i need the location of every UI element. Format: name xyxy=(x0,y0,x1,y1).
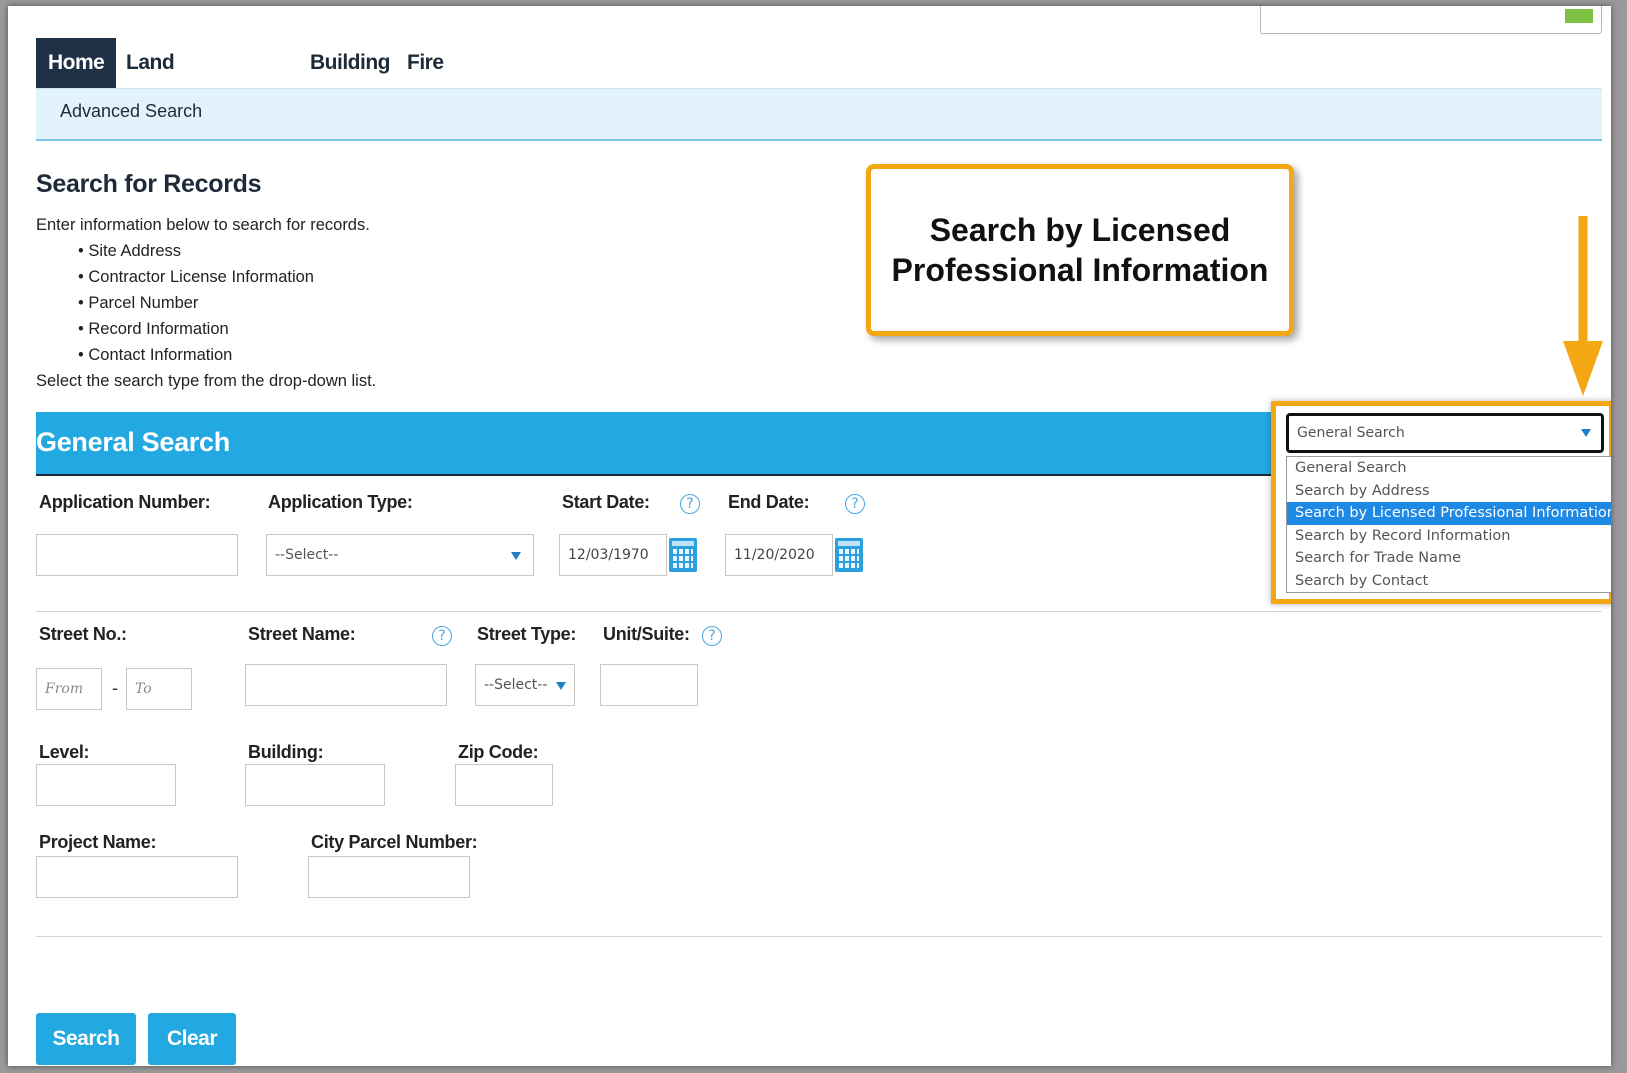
list-item: Record Information xyxy=(78,316,376,342)
chevron-down-icon xyxy=(556,682,566,690)
start-date-input[interactable]: 12/03/1970 xyxy=(559,534,667,576)
unit-suite-input[interactable] xyxy=(600,664,698,706)
list-item: Contact Information xyxy=(78,342,376,368)
calendar-icon[interactable] xyxy=(669,538,697,572)
street-type-select[interactable]: --Select-- xyxy=(475,664,575,706)
help-icon[interactable]: ? xyxy=(432,626,452,646)
help-icon[interactable]: ? xyxy=(702,626,722,646)
street-no-from-input[interactable]: From xyxy=(36,668,102,710)
option-general-search[interactable]: General Search xyxy=(1287,457,1611,480)
street-no-to-input[interactable]: To xyxy=(126,668,192,710)
divider xyxy=(36,611,1602,612)
city-parcel-number-input[interactable] xyxy=(308,856,470,898)
sub-navigation: Advanced Search xyxy=(36,88,1602,141)
help-icon[interactable]: ? xyxy=(680,494,700,514)
tab-fire[interactable]: Fire xyxy=(395,38,456,88)
browser-frame: Home Land Development Building Fire Adva… xyxy=(8,6,1611,1066)
start-date-label: Start Date: xyxy=(562,492,650,512)
tab-home[interactable]: Home xyxy=(36,38,117,95)
option-search-by-licensed-professional[interactable]: Search by Licensed Professional Informat… xyxy=(1287,502,1611,525)
project-name-label: Project Name: xyxy=(39,832,157,852)
zip-code-input[interactable] xyxy=(455,764,553,806)
application-type-value: --Select-- xyxy=(275,547,339,563)
city-parcel-number-label: City Parcel Number: xyxy=(311,832,478,852)
street-type-value: --Select-- xyxy=(484,677,548,693)
intro-line: Enter information below to search for re… xyxy=(36,216,370,234)
callout-line-2: Professional Information xyxy=(891,252,1269,288)
application-number-input[interactable] xyxy=(36,534,238,576)
annotation-callout: Search by Licensed Professional Informat… xyxy=(866,164,1294,336)
tab-building[interactable]: Building xyxy=(298,38,402,88)
end-date-input[interactable]: 11/20/2020 xyxy=(725,534,833,576)
option-search-by-contact[interactable]: Search by Contact xyxy=(1287,570,1611,593)
building-input[interactable] xyxy=(245,764,385,806)
chevron-down-icon xyxy=(1581,429,1591,437)
search-type-options: General Search Search by Address Search … xyxy=(1286,456,1611,593)
street-name-label: Street Name: xyxy=(248,624,356,644)
search-type-dropdown-highlight: General Search General Search Search by … xyxy=(1271,401,1611,604)
option-search-for-trade-name[interactable]: Search for Trade Name xyxy=(1287,547,1611,570)
intro-text: Enter information below to search for re… xyxy=(36,212,376,394)
section-title: General Search xyxy=(36,427,230,457)
end-date-label: End Date: xyxy=(728,492,810,512)
application-number-label: Application Number: xyxy=(39,492,211,512)
level-label: Level: xyxy=(39,742,90,762)
search-type-select[interactable]: General Search xyxy=(1286,413,1604,453)
list-item: Contractor License Information xyxy=(78,264,376,290)
range-separator: - xyxy=(112,678,118,698)
chevron-down-icon xyxy=(511,552,521,560)
list-item: Parcel Number xyxy=(78,290,376,316)
street-no-label: Street No.: xyxy=(39,624,127,644)
page-title: Search for Records xyxy=(36,170,262,198)
application-type-label: Application Type: xyxy=(268,492,413,512)
global-search-button[interactable] xyxy=(1565,9,1593,23)
clear-button[interactable]: Clear xyxy=(148,1013,236,1065)
street-type-label: Street Type: xyxy=(477,624,577,644)
tab-land-development[interactable]: Land Development xyxy=(114,38,264,124)
help-icon[interactable]: ? xyxy=(845,494,865,514)
list-item: Site Address xyxy=(78,238,376,264)
search-options-list: Site Address Contractor License Informat… xyxy=(36,238,376,368)
instruction-line: Select the search type from the drop-dow… xyxy=(36,372,377,390)
search-type-selected-value: General Search xyxy=(1297,425,1405,441)
subnav-advanced-search[interactable]: Advanced Search xyxy=(60,89,202,134)
annotation-arrow-icon xyxy=(1563,216,1603,396)
callout-line-1: Search by Licensed xyxy=(929,212,1231,248)
option-search-by-address[interactable]: Search by Address xyxy=(1287,480,1611,503)
street-name-input[interactable] xyxy=(245,664,447,706)
divider xyxy=(36,936,1602,937)
level-input[interactable] xyxy=(36,764,176,806)
application-type-select[interactable]: --Select-- xyxy=(266,534,534,576)
zip-code-label: Zip Code: xyxy=(458,742,539,762)
global-search-input[interactable] xyxy=(1260,6,1602,34)
unit-suite-label: Unit/Suite: xyxy=(603,624,690,644)
calendar-icon[interactable] xyxy=(835,538,863,572)
building-label: Building: xyxy=(248,742,324,762)
search-button[interactable]: Search xyxy=(36,1013,136,1065)
project-name-input[interactable] xyxy=(36,856,238,898)
option-search-by-record-information[interactable]: Search by Record Information xyxy=(1287,525,1611,548)
